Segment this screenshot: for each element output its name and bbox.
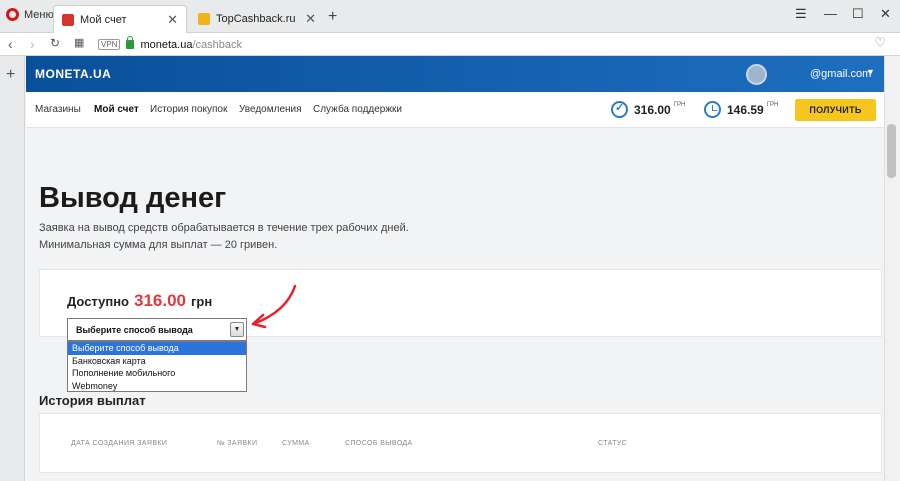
url-path: /cashback [192, 38, 242, 51]
tab-my-account[interactable]: Мой счет ✕ [53, 5, 187, 33]
url-host: moneta.ua [140, 38, 193, 51]
opera-logo-icon [6, 8, 19, 21]
balance-pending: 146.59 ГРН [704, 101, 778, 118]
balance-confirmed: 316.00 ГРН [611, 101, 685, 118]
browser-sidebar: + [0, 56, 25, 481]
scrollbar[interactable] [884, 56, 900, 481]
speed-dial-icon[interactable]: ▦ [74, 36, 84, 49]
forward-icon[interactable]: › [30, 36, 35, 52]
available-label: Доступно [67, 294, 129, 309]
moneta-favicon-icon [62, 13, 74, 26]
check-circle-icon [611, 101, 628, 118]
close-window-icon[interactable]: ✕ [880, 6, 891, 22]
nav-notifications[interactable]: Уведомления [239, 104, 302, 115]
maximize-icon[interactable]: ☐ [852, 6, 864, 22]
tab-title: Мой счет [80, 13, 127, 26]
option-bank-card[interactable]: Банковская карта [68, 355, 246, 368]
available-amount: 316.00 [134, 291, 186, 310]
add-panel-icon[interactable]: + [6, 66, 15, 84]
tab-title: TopCashback.ru - Топ лучши [216, 13, 299, 25]
page-title: Вывод денег [39, 182, 227, 214]
withdraw-method-options: Выберите способ вывода Банковская карта … [67, 341, 247, 392]
nav-my-account[interactable]: Мой счет [94, 104, 139, 115]
nav-purchase-history[interactable]: История покупок [150, 104, 227, 115]
url-field[interactable]: VPN moneta.ua /cashback ♡ [98, 35, 894, 54]
column-header-method: СПОСОБ ВЫВОДА [345, 440, 413, 447]
back-icon[interactable]: ‹ [8, 36, 13, 52]
balance-amount: 146.59 [727, 102, 764, 117]
chevron-down-icon[interactable]: ▼ [866, 67, 875, 77]
reload-icon[interactable]: ↻ [50, 36, 60, 50]
new-tab-button[interactable]: + [328, 8, 337, 26]
heart-icon[interactable]: ♡ [874, 35, 886, 51]
site-nav: Магазины Мой счет История покупок Уведом… [26, 92, 884, 128]
site-logo[interactable]: MONETA.UA [35, 67, 111, 81]
history-title: История выплат [39, 393, 146, 408]
select-value: Выберите способ вывода [76, 324, 193, 335]
scrollbar-thumb[interactable] [887, 124, 896, 178]
lock-icon [126, 36, 135, 49]
annotation-arrow-icon [251, 284, 297, 329]
option-webmoney[interactable]: Webmoney [68, 380, 246, 393]
tab-menu-icon[interactable]: ☰ [795, 6, 807, 22]
balance-unit: ГРН [766, 102, 779, 108]
nav-shops[interactable]: Магазины [35, 104, 81, 115]
close-tab-icon[interactable]: ✕ [167, 12, 178, 28]
column-header-number: № ЗАЯВКИ [217, 440, 258, 447]
get-money-button[interactable]: ПОЛУЧИТЬ [795, 99, 876, 121]
available-unit: грн [191, 294, 213, 309]
address-bar: ‹ › ↻ ▦ VPN moneta.ua /cashback ♡ [0, 33, 900, 56]
minimize-icon[interactable]: — [824, 6, 837, 21]
nav-support[interactable]: Служба поддержки [313, 104, 402, 115]
browser-menu-label: Меню [24, 8, 54, 21]
dropdown-arrow-icon[interactable]: ▼ [230, 322, 244, 337]
column-header-status: СТАТУС [598, 440, 628, 447]
option-mobile-topup[interactable]: Пополнение мобильного [68, 367, 246, 380]
tab-topcashback[interactable]: TopCashback.ru - Топ лучши ✕ [190, 5, 324, 33]
clock-icon [704, 101, 721, 118]
balance-amount: 316.00 [634, 102, 671, 117]
description-line: Заявка на вывод средств обрабатывается в… [39, 222, 409, 234]
user-email[interactable]: @gmail.com [810, 68, 871, 80]
available-balance: Доступно 316.00 грн [67, 291, 212, 311]
withdraw-method-select[interactable]: Выберите способ вывода ▼ [67, 318, 247, 341]
vpn-badge[interactable]: VPN [98, 39, 121, 50]
close-tab-icon[interactable]: ✕ [305, 11, 316, 27]
lock-favicon-icon [198, 13, 210, 25]
option-choose-method[interactable]: Выберите способ вывода [68, 342, 246, 355]
balance-unit: ГРН [673, 102, 686, 108]
avatar[interactable] [746, 64, 767, 85]
site-header: MONETA.UA @gmail.com ▼ [26, 56, 884, 92]
column-header-sum: СУММА [282, 440, 310, 447]
browser-tab-bar: Меню Мой счет ✕ TopCashback.ru - Топ луч… [0, 0, 900, 33]
browser-menu-button[interactable]: Меню [6, 8, 54, 21]
column-header-date: ДАТА СОЗДАНИЯ ЗАЯВКИ [71, 440, 168, 447]
description-line: Минимальная сумма для выплат — 20 гривен… [39, 239, 278, 251]
